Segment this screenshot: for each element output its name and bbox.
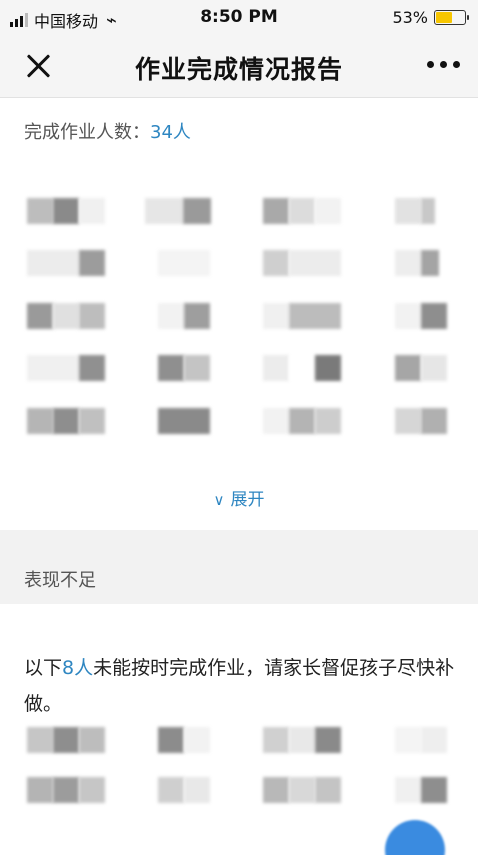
student-name xyxy=(158,355,210,381)
student-name xyxy=(395,408,447,434)
underperform-notice: 以下8人未能按时完成作业，请家长督促孩子尽快补做。 xyxy=(24,657,455,715)
page-title: 作业完成情况报告 xyxy=(134,55,343,84)
expand-label: 展开 xyxy=(230,490,265,510)
student-name xyxy=(158,777,210,803)
student-name xyxy=(395,303,447,329)
chevron-down-icon: ∨ xyxy=(213,491,225,509)
underperform-header-band: 表现不足 xyxy=(0,548,478,604)
underperform-header: 表现不足 xyxy=(24,570,96,591)
student-name xyxy=(395,198,435,224)
student-name xyxy=(145,198,211,224)
student-name xyxy=(27,408,105,434)
battery-percent: 53% xyxy=(392,8,428,27)
floating-action-button[interactable] xyxy=(385,820,445,855)
student-name xyxy=(263,408,341,434)
underperform-count: 8人 xyxy=(62,657,94,679)
student-name xyxy=(27,250,105,276)
completed-count-line: 完成作业人数：34人 xyxy=(24,118,191,144)
student-name xyxy=(263,727,341,753)
student-name xyxy=(395,777,447,803)
completed-count: 34人 xyxy=(150,122,191,143)
student-name xyxy=(27,355,105,381)
status-right: 53% xyxy=(392,8,469,27)
student-name xyxy=(27,727,105,753)
student-name xyxy=(263,250,341,276)
student-name xyxy=(158,727,210,753)
student-name xyxy=(158,250,210,276)
student-name xyxy=(263,777,341,803)
student-name xyxy=(395,355,447,381)
student-name xyxy=(27,777,105,803)
student-name xyxy=(158,408,210,434)
student-name xyxy=(263,355,341,381)
student-name xyxy=(27,303,105,329)
more-icon[interactable] xyxy=(427,61,460,68)
student-name xyxy=(395,727,447,753)
expand-button[interactable]: ∨ 展开 xyxy=(0,485,478,510)
completed-label: 完成作业人数： xyxy=(24,122,150,143)
student-name xyxy=(263,198,341,224)
student-name xyxy=(263,303,341,329)
nav-bar: 作业完成情况报告 xyxy=(0,36,478,98)
section-divider xyxy=(0,530,478,548)
status-bar: 中国移动 ⌁ 8:50 PM 53% xyxy=(0,0,478,36)
student-name xyxy=(27,198,105,224)
student-name xyxy=(158,303,210,329)
student-name xyxy=(395,250,439,276)
battery-icon xyxy=(434,10,469,25)
